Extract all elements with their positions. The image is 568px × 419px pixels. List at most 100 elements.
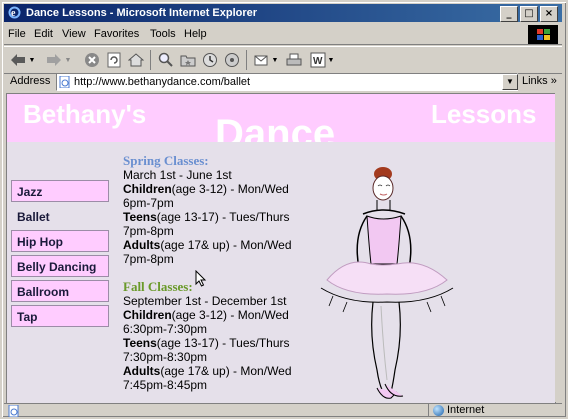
fall-adults-label: Adults xyxy=(123,364,161,378)
fall-children-age: (age 3-12) - Mon/Wed xyxy=(171,308,289,322)
security-zone: Internet xyxy=(428,404,484,417)
nav-hip-hop[interactable]: Hip Hop xyxy=(11,230,109,252)
media-button[interactable] xyxy=(222,51,242,69)
stop-icon xyxy=(85,53,99,67)
brand-lessons: Lessons xyxy=(431,99,537,129)
back-dropdown-icon[interactable]: ▼ xyxy=(29,57,36,64)
menu-favorites[interactable]: Favorites xyxy=(94,28,139,40)
close-button[interactable]: × xyxy=(540,6,558,22)
spring-adults-age: (age 17& up) - Mon/Wed xyxy=(160,238,292,252)
word-edit-icon: W xyxy=(310,52,326,68)
spring-teens: Teens(age 13-17) - Tues/Thurs xyxy=(123,210,323,224)
menu-view[interactable]: View xyxy=(62,28,86,40)
fall-teens-label: Teens xyxy=(123,336,157,350)
address-bar: Address http://www.bethanydance.com/ball… xyxy=(4,73,562,91)
menu-file[interactable]: File xyxy=(8,28,26,40)
history-button[interactable] xyxy=(200,51,220,69)
menu-edit[interactable]: Edit xyxy=(34,28,53,40)
toolbar: ▼ ▼ ▼ W ▼ xyxy=(4,46,562,74)
address-dropdown-icon[interactable]: ▼ xyxy=(502,74,518,90)
favorites-button[interactable] xyxy=(178,51,198,69)
mail-dropdown-icon[interactable]: ▼ xyxy=(272,57,279,64)
toolbar-separator xyxy=(246,50,247,70)
page-icon xyxy=(59,76,70,88)
search-icon xyxy=(158,52,173,67)
history-icon xyxy=(203,53,217,67)
media-icon xyxy=(225,53,239,67)
nav-ballroom[interactable]: Ballroom xyxy=(11,280,109,302)
menu-bar: File Edit View Favorites Tools Help xyxy=(4,24,562,45)
links-chevron-icon: » xyxy=(550,75,557,87)
fall-heading: Fall Classes: xyxy=(123,279,193,294)
zone-label: Internet xyxy=(447,404,485,416)
fall-children-time: 6:30pm-7:30pm xyxy=(123,322,208,336)
dance-nav: Jazz Ballet Hip Hop Belly Dancing Ballro… xyxy=(11,180,109,330)
menu-help[interactable]: Help xyxy=(184,28,207,40)
edit-button[interactable]: W ▼ xyxy=(308,51,336,69)
fall-adults: Adults(age 17& up) - Mon/Wed xyxy=(123,364,323,378)
globe-icon xyxy=(433,405,444,416)
home-icon xyxy=(128,53,144,67)
menu-tools[interactable]: Tools xyxy=(150,28,176,40)
refresh-button[interactable] xyxy=(104,51,124,69)
links-button[interactable]: Links » xyxy=(522,75,557,87)
fall-teens-time: 7:30pm-8:30pm xyxy=(123,350,208,364)
class-schedule: Spring Classes: March 1st - June 1st Chi… xyxy=(123,153,323,393)
nav-tap[interactable]: Tap xyxy=(11,305,109,327)
fall-teens: Teens(age 13-17) - Tues/Thurs xyxy=(123,336,323,350)
spring-children-age: (age 3-12) - Mon/Wed xyxy=(171,182,289,196)
fall-children: Children(age 3-12) - Mon/Wed xyxy=(123,308,323,322)
fall-adults-time: 7:45pm-8:45pm xyxy=(123,378,208,392)
fall-adults-age: (age 17& up) - Mon/Wed xyxy=(160,364,292,378)
spring-teens-age: (age 13-17) - Tues/Thurs xyxy=(156,210,290,224)
refresh-icon xyxy=(107,52,121,68)
windows-logo-icon xyxy=(528,25,558,44)
spring-dates: March 1st - June 1st xyxy=(123,168,232,182)
address-label: Address xyxy=(10,75,51,87)
mail-icon xyxy=(254,55,268,66)
maximize-button[interactable]: □ xyxy=(520,6,538,22)
svg-text:W: W xyxy=(313,56,323,67)
spring-teens-time: 7pm-8pm xyxy=(123,224,174,238)
ballerina-illustration xyxy=(320,167,454,399)
spring-adults-label: Adults xyxy=(123,238,161,252)
page-header: Bethany's Dance Lessons xyxy=(7,94,555,156)
ie-logo-icon: e xyxy=(8,6,21,19)
nav-belly-dancing[interactable]: Belly Dancing xyxy=(11,255,109,277)
stop-button[interactable] xyxy=(82,51,102,69)
forward-arrow-icon xyxy=(46,54,61,66)
page-status-icon xyxy=(8,405,19,417)
home-button[interactable] xyxy=(126,51,146,69)
minimize-button[interactable]: _ xyxy=(500,6,518,22)
nav-ballet[interactable]: Ballet xyxy=(11,205,109,227)
print-button[interactable] xyxy=(284,51,304,69)
browser-window: e Dance Lessons - Microsoft Internet Exp… xyxy=(0,0,568,419)
spring-children-label: Children xyxy=(123,182,172,196)
back-button[interactable]: ▼ xyxy=(8,51,36,69)
edit-dropdown-icon[interactable]: ▼ xyxy=(328,57,335,64)
window-title: Dance Lessons - Microsoft Internet Explo… xyxy=(26,7,258,19)
svg-text:e: e xyxy=(11,8,16,19)
address-input[interactable]: http://www.bethanydance.com/ballet xyxy=(56,73,518,91)
spring-adults-time: 7pm-8pm xyxy=(123,252,174,266)
spring-children: Children(age 3-12) - Mon/Wed xyxy=(123,182,323,196)
brand-bethanys: Bethany's xyxy=(23,99,147,129)
spring-adults: Adults(age 17& up) - Mon/Wed xyxy=(123,238,323,252)
forward-button[interactable]: ▼ xyxy=(44,51,72,69)
fall-teens-age: (age 13-17) - Tues/Thurs xyxy=(156,336,290,350)
search-button[interactable] xyxy=(156,51,176,69)
mail-button[interactable]: ▼ xyxy=(252,51,280,69)
status-bar: Internet xyxy=(4,403,562,418)
spring-children-time: 6pm-7pm xyxy=(123,196,174,210)
toolbar-separator xyxy=(150,50,151,70)
nav-jazz[interactable]: Jazz xyxy=(11,180,109,202)
page-content: Jazz Ballet Hip Hop Belly Dancing Ballro… xyxy=(7,142,555,403)
fall-children-label: Children xyxy=(123,308,172,322)
spring-heading: Spring Classes: xyxy=(123,153,209,168)
back-arrow-icon xyxy=(10,54,25,66)
title-bar[interactable]: e Dance Lessons - Microsoft Internet Exp… xyxy=(4,4,562,22)
forward-dropdown-icon[interactable]: ▼ xyxy=(65,57,72,64)
fall-dates: September 1st - December 1st xyxy=(123,294,287,308)
favorites-folder-icon xyxy=(180,55,196,67)
vertical-scrollbar[interactable] xyxy=(555,93,559,402)
